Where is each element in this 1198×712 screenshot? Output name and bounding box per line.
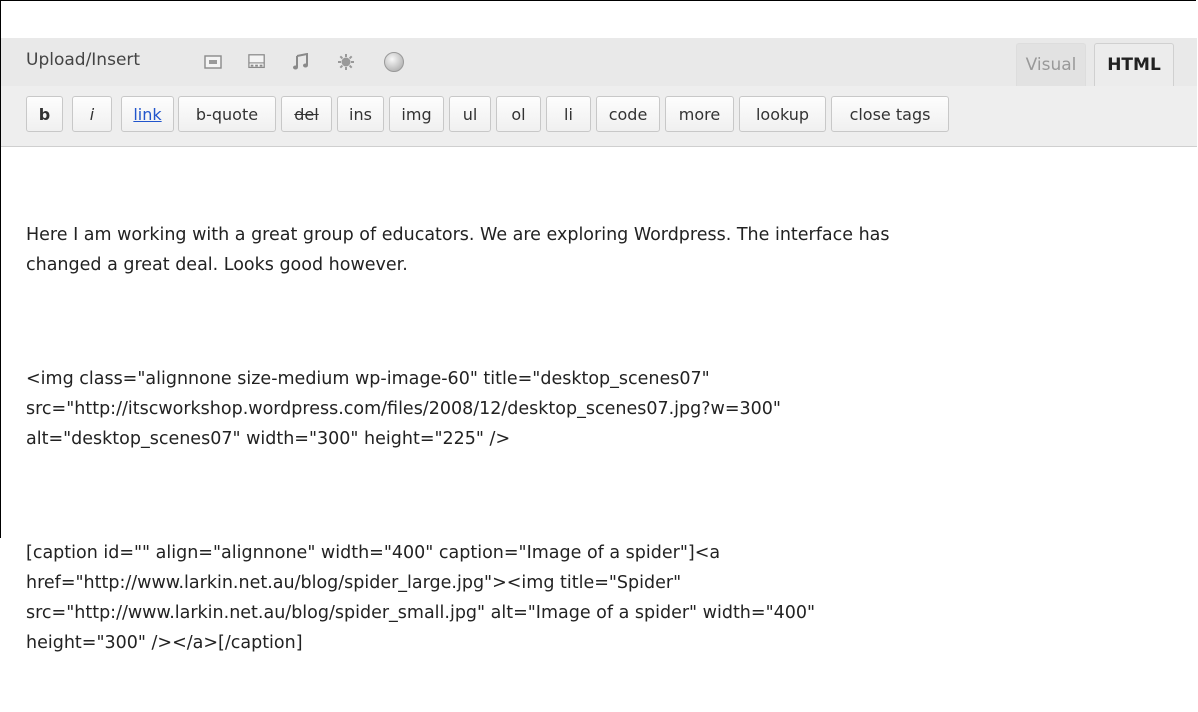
img-button[interactable]: img bbox=[389, 96, 444, 132]
upload-insert-label: Upload/Insert bbox=[26, 50, 141, 70]
ul-button[interactable]: ul bbox=[449, 96, 491, 132]
editor-paragraph: Here I am working with a great group of … bbox=[26, 225, 890, 275]
bold-button[interactable]: b bbox=[26, 96, 63, 132]
audio-icon[interactable] bbox=[292, 53, 310, 71]
lookup-button[interactable]: lookup bbox=[739, 96, 826, 132]
media-icon[interactable] bbox=[337, 53, 355, 71]
editor-paragraph: [caption id="" align="alignnone" width="… bbox=[26, 543, 816, 653]
ins-button[interactable]: ins bbox=[337, 96, 384, 132]
circle-icon[interactable] bbox=[383, 51, 405, 73]
ol-button[interactable]: ol bbox=[496, 96, 541, 132]
gallery-icon[interactable] bbox=[248, 53, 266, 71]
html-editor-textarea[interactable]: Here I am working with a great group of … bbox=[26, 160, 1176, 712]
blockquote-button[interactable]: b-quote bbox=[178, 96, 276, 132]
del-button[interactable]: del bbox=[281, 96, 332, 132]
tab-visual[interactable]: Visual bbox=[1016, 43, 1086, 86]
italic-button[interactable]: i bbox=[72, 96, 112, 132]
tab-html[interactable]: HTML bbox=[1094, 43, 1174, 86]
code-button[interactable]: code bbox=[596, 96, 660, 132]
image-icon[interactable] bbox=[204, 53, 222, 71]
more-button[interactable]: more bbox=[665, 96, 734, 132]
close-tags-button[interactable]: close tags bbox=[831, 96, 949, 132]
editor-paragraph: <img class="alignnone size-medium wp-ima… bbox=[26, 369, 781, 449]
li-button[interactable]: li bbox=[546, 96, 591, 132]
link-button[interactable]: link bbox=[121, 96, 174, 132]
